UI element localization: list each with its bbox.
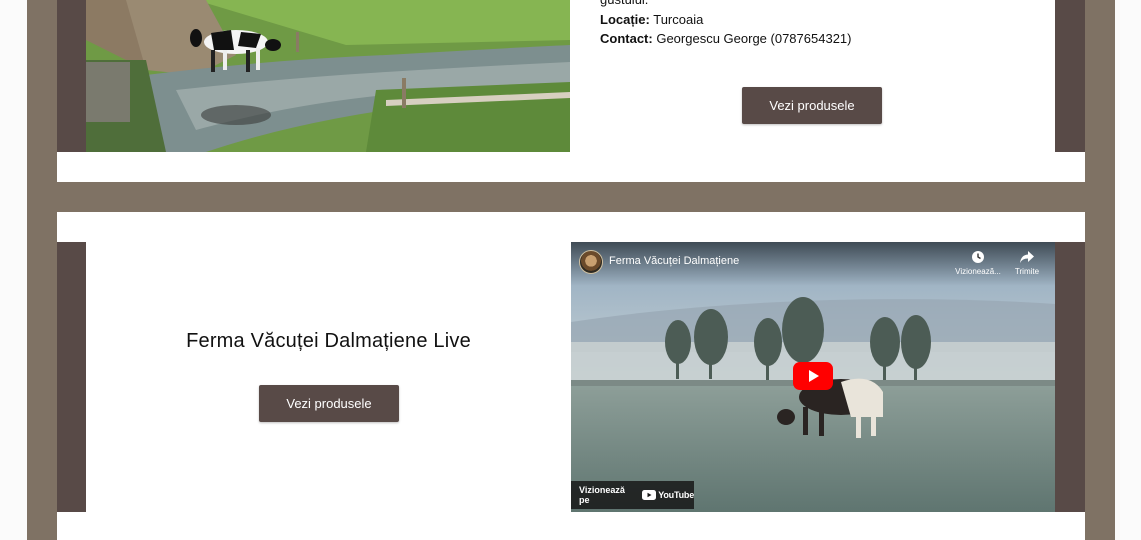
watch-on-label: Vizionează pe <box>579 485 625 505</box>
youtube-wordmark: YouTube <box>658 490 694 500</box>
youtube-video-embed[interactable]: Ferma Văcuței Dalmațiene Vizionează... T… <box>571 242 1055 512</box>
farm-details: gustului. Locație: Turcoaia Contact: Geo… <box>600 0 851 49</box>
farm-card-2-info: Ferma Văcuței Dalmațiene Live Vezi produ… <box>86 242 571 512</box>
farm-description-tail: gustului. <box>600 0 851 10</box>
share-button[interactable]: Trimite <box>1007 250 1047 276</box>
watch-later-button[interactable]: Vizionează... <box>953 250 1003 276</box>
share-arrow-icon <box>1020 251 1034 263</box>
contact-label: Contact: <box>600 31 653 46</box>
channel-avatar[interactable] <box>579 250 603 274</box>
share-label: Trimite <box>1014 267 1040 276</box>
watch-on-youtube-button[interactable]: Vizionează pe YouTube <box>571 481 694 509</box>
play-icon[interactable] <box>793 362 833 390</box>
youtube-logo: YouTube <box>642 490 694 500</box>
farm-title: Ferma Văcuței Dalmațiene Live <box>186 330 471 352</box>
location-label: Locație: <box>600 11 650 27</box>
view-products-button-2[interactable]: Vezi produsele <box>259 385 399 422</box>
farm-location: Locație: Turcoaia <box>600 10 851 30</box>
contact-value: Georgescu George (0787654321) <box>656 31 852 46</box>
farm-contact: Contact: Georgescu George (0787654321) <box>600 29 851 49</box>
watch-later-label: Vizionează... <box>955 267 1001 276</box>
clock-icon <box>972 251 984 263</box>
location-value: Turcoaia <box>653 11 704 27</box>
page: gustului. Locație: Turcoaia Contact: Geo… <box>0 0 1141 540</box>
view-products-button-1[interactable]: Vezi produsele <box>742 87 882 124</box>
farm-photo-cow-stream <box>86 0 570 152</box>
farm-card-1-info: gustului. Locație: Turcoaia Contact: Geo… <box>570 0 1055 152</box>
youtube-play-icon <box>642 490 657 500</box>
video-title[interactable]: Ferma Văcuței Dalmațiene <box>609 255 739 267</box>
